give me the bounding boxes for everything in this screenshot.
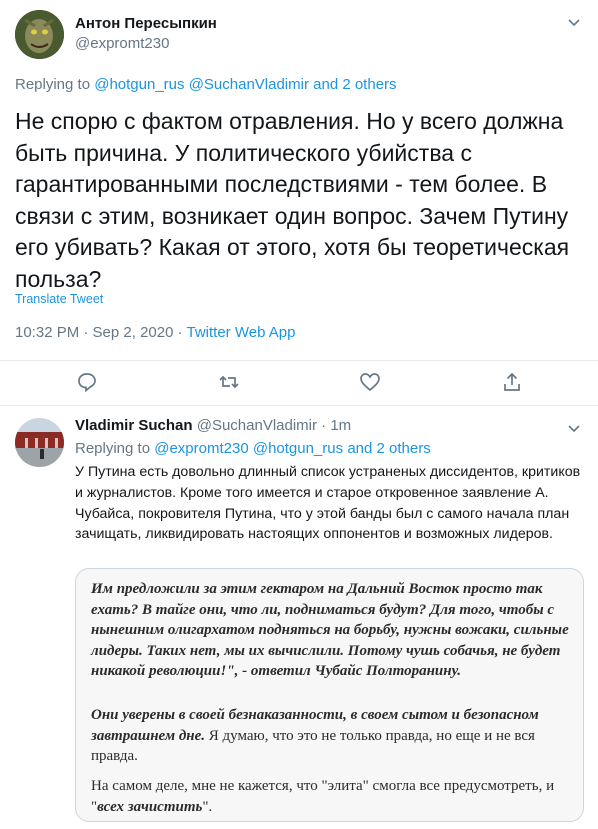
timestamp[interactable]: 10:32 PM · Sep 2, 2020 · — [15, 324, 187, 341]
avatar[interactable] — [15, 418, 64, 467]
like-icon[interactable] — [359, 371, 381, 393]
reply-tweet[interactable]: Vladimir Suchan @SuchanVladimir · 1m Rep… — [0, 406, 598, 829]
author-name[interactable]: Антон Пересыпкин — [75, 15, 217, 32]
image-paragraph-2: Они уверены в своей безнаказанности, в с… — [91, 705, 571, 767]
retweet-icon[interactable] — [218, 371, 240, 393]
author-handle[interactable]: @SuchanVladimir — [197, 417, 317, 434]
image-paragraph-1: Им предложили за этим гектаром на Дальни… — [91, 581, 569, 679]
mention-link[interactable]: @SuchanVladimir — [189, 76, 309, 93]
timestamp[interactable]: 1m — [330, 417, 351, 434]
tweet-meta: 10:32 PM · Sep 2, 2020 · Twitter Web App — [15, 324, 295, 341]
share-icon[interactable] — [501, 371, 523, 393]
source-link[interactable]: Twitter Web App — [187, 324, 296, 341]
replying-prefix: Replying to — [75, 440, 155, 457]
main-tweet: Антон Пересыпкин @expromt230 Replying to… — [0, 0, 598, 406]
reply-header: Vladimir Suchan @SuchanVladimir · 1m — [75, 417, 351, 434]
others-link[interactable]: and 2 others — [347, 440, 430, 457]
image-plain-text: ". — [202, 798, 213, 815]
image-bold-text: всех зачистить — [97, 798, 203, 815]
reply-icon[interactable] — [76, 371, 98, 393]
replying-to: Replying to @hotgun_rus @SuchanVladimir … — [15, 76, 397, 93]
separator: · — [317, 417, 331, 434]
replying-prefix: Replying to — [15, 76, 95, 93]
attached-image[interactable]: Им предложили за этим гектаром на Дальни… — [75, 568, 584, 822]
caret-down-icon[interactable] — [566, 420, 582, 436]
author-name[interactable]: Vladimir Suchan — [75, 417, 193, 434]
image-paragraph-3: На самом деле, мне не кажется, что "элит… — [91, 776, 571, 817]
action-bar — [0, 360, 598, 400]
author-handle[interactable]: @expromt230 — [75, 35, 169, 52]
mention-link[interactable]: @hotgun_rus — [94, 76, 184, 93]
mention-link[interactable]: @hotgun_rus — [253, 440, 343, 457]
caret-down-icon[interactable] — [566, 14, 582, 30]
avatar[interactable] — [15, 10, 64, 59]
action-bar-cropped — [75, 825, 535, 829]
replying-to: Replying to @expromt230 @hotgun_rus and … — [75, 440, 431, 457]
mention-link[interactable]: @expromt230 — [154, 440, 248, 457]
others-link[interactable]: and 2 others — [313, 76, 396, 93]
tweet-text: Не спорю с фактом отравления. Но у всего… — [15, 108, 570, 292]
translate-tweet-link[interactable]: Translate Tweet — [15, 292, 103, 306]
tweet-text: У Путина есть довольно длинный список ус… — [75, 464, 581, 543]
